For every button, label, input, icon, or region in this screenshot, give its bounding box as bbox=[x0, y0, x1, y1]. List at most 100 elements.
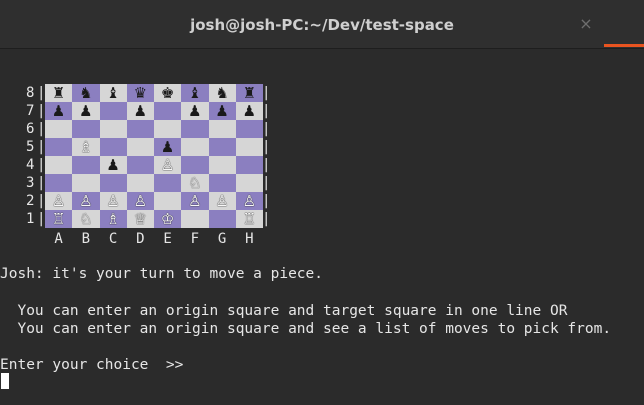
square-e4: ♙ bbox=[154, 156, 182, 174]
square-d3 bbox=[126, 174, 154, 192]
chess-board: ♜ ♞ ♝ ♛ ♚ ♝ ♞ ♜ ♟ ♟ ♟ ♟ ♟ ♟ ♗ ♟ ♟ ♙ ♘ ♙ ♙ ♙ ♙ ♙ ♙ ♙ ♖ ♘ ♗ ♕ ♔ ♖ bbox=[45, 84, 263, 228]
white-pawn-icon: ♙ bbox=[133, 192, 148, 210]
square-b2: ♙ bbox=[72, 192, 100, 210]
board-right-border: | bbox=[262, 103, 271, 119]
square-a5 bbox=[45, 138, 73, 156]
black-pawn-icon: ♟ bbox=[133, 102, 148, 120]
board-right-border: | bbox=[262, 139, 271, 155]
file-label: A bbox=[54, 231, 63, 247]
white-rook-icon: ♖ bbox=[51, 210, 66, 228]
square-c6 bbox=[99, 120, 127, 138]
board-left-border: | bbox=[37, 85, 46, 101]
square-a1: ♖ bbox=[45, 210, 73, 228]
white-knight-icon: ♘ bbox=[188, 174, 202, 192]
square-d2: ♙ bbox=[126, 192, 154, 210]
file-labels: A B C D E F G H bbox=[45, 230, 263, 248]
board-left-border: | bbox=[37, 121, 46, 137]
text-cursor[interactable] bbox=[1, 373, 9, 389]
close-icon[interactable]: × bbox=[576, 14, 596, 34]
option-one-text: You can enter an origin square and targe… bbox=[0, 303, 568, 319]
board-right-border: | bbox=[262, 193, 271, 209]
square-b7: ♟ bbox=[72, 102, 100, 120]
white-pawn-icon: ♙ bbox=[160, 156, 175, 174]
input-prompt: Enter your choice >> bbox=[0, 357, 184, 373]
square-c7 bbox=[99, 102, 127, 120]
black-bishop-icon: ♝ bbox=[106, 84, 120, 102]
square-e6 bbox=[154, 120, 182, 138]
square-c5 bbox=[99, 138, 127, 156]
white-pawn-icon: ♙ bbox=[106, 192, 120, 210]
square-a4 bbox=[45, 156, 73, 174]
square-g6 bbox=[208, 120, 236, 138]
square-f7: ♟ bbox=[181, 102, 209, 120]
square-a3 bbox=[45, 174, 73, 192]
file-label: D bbox=[136, 231, 145, 247]
board-right-border: | bbox=[262, 157, 271, 173]
square-a2: ♙ bbox=[45, 192, 73, 210]
square-g8: ♞ bbox=[208, 84, 236, 102]
square-f3: ♘ bbox=[181, 174, 209, 192]
square-b8: ♞ bbox=[72, 84, 100, 102]
file-label: H bbox=[245, 231, 254, 247]
white-pawn-icon: ♙ bbox=[51, 192, 66, 210]
white-pawn-icon: ♙ bbox=[242, 192, 257, 210]
square-g1 bbox=[208, 210, 236, 228]
square-g2: ♙ bbox=[208, 192, 236, 210]
file-label: B bbox=[81, 231, 91, 247]
black-pawn-icon: ♟ bbox=[51, 102, 66, 120]
black-knight-icon: ♞ bbox=[79, 84, 93, 102]
square-h7: ♟ bbox=[235, 102, 263, 120]
square-b3 bbox=[72, 174, 100, 192]
file-label: C bbox=[108, 231, 118, 247]
board-left-border: | bbox=[37, 175, 46, 191]
square-c2: ♙ bbox=[99, 192, 127, 210]
square-f4 bbox=[181, 156, 209, 174]
turn-message: Josh: it's your turn to move a piece. bbox=[0, 266, 324, 282]
square-e3 bbox=[154, 174, 182, 192]
terminal-output[interactable]: 8 | | 7 | | 6 | | 5 | | 4 | | 3 | | 2 | | 1 | | ♜ ♞ ♝ ♛ ♚ ♝ ♞ ♜ ♟ ♟ ♟ ♟ ♟ ♟ ♗… bbox=[0, 49, 644, 405]
square-h6 bbox=[235, 120, 263, 138]
square-e2 bbox=[154, 192, 182, 210]
square-c4: ♟ bbox=[99, 156, 127, 174]
board-left-border: | bbox=[37, 193, 46, 209]
board-left-border: | bbox=[37, 157, 46, 173]
board-right-border: | bbox=[262, 211, 271, 227]
tab-accent bbox=[604, 44, 644, 47]
square-d4 bbox=[126, 156, 154, 174]
white-pawn-icon: ♙ bbox=[188, 192, 202, 210]
square-d7: ♟ bbox=[126, 102, 154, 120]
black-knight-icon: ♞ bbox=[215, 84, 229, 102]
black-pawn-icon: ♟ bbox=[215, 102, 229, 120]
black-rook-icon: ♜ bbox=[51, 84, 66, 102]
board-right-border: | bbox=[262, 85, 271, 101]
black-bishop-icon: ♝ bbox=[188, 84, 202, 102]
square-a7: ♟ bbox=[45, 102, 73, 120]
white-rook-icon: ♖ bbox=[242, 210, 257, 228]
white-pawn-icon: ♙ bbox=[79, 192, 93, 210]
board-left-border: | bbox=[37, 211, 46, 227]
square-f8: ♝ bbox=[181, 84, 209, 102]
square-f2: ♙ bbox=[181, 192, 209, 210]
square-h5 bbox=[235, 138, 263, 156]
board-right-border: | bbox=[262, 121, 271, 137]
black-pawn-icon: ♟ bbox=[160, 138, 175, 156]
black-pawn-icon: ♟ bbox=[242, 102, 257, 120]
square-g5 bbox=[208, 138, 236, 156]
square-a8: ♜ bbox=[45, 84, 73, 102]
white-bishop-icon: ♗ bbox=[106, 210, 120, 228]
white-knight-icon: ♘ bbox=[79, 210, 93, 228]
window-title: josh@josh-PC:~/Dev/test-space bbox=[190, 16, 454, 34]
square-h3 bbox=[235, 174, 263, 192]
board-left-border: | bbox=[37, 103, 46, 119]
square-h1: ♖ bbox=[235, 210, 263, 228]
square-g7: ♟ bbox=[208, 102, 236, 120]
square-h2: ♙ bbox=[235, 192, 263, 210]
title-bar: josh@josh-PC:~/Dev/test-space × bbox=[0, 0, 644, 49]
black-king-icon: ♚ bbox=[160, 84, 175, 102]
square-b6 bbox=[72, 120, 100, 138]
board-right-border: | bbox=[262, 175, 271, 191]
option-two-text: You can enter an origin square and see a… bbox=[0, 321, 612, 337]
white-bishop-icon: ♗ bbox=[79, 138, 93, 156]
square-f5 bbox=[181, 138, 209, 156]
square-d1: ♕ bbox=[126, 210, 154, 228]
